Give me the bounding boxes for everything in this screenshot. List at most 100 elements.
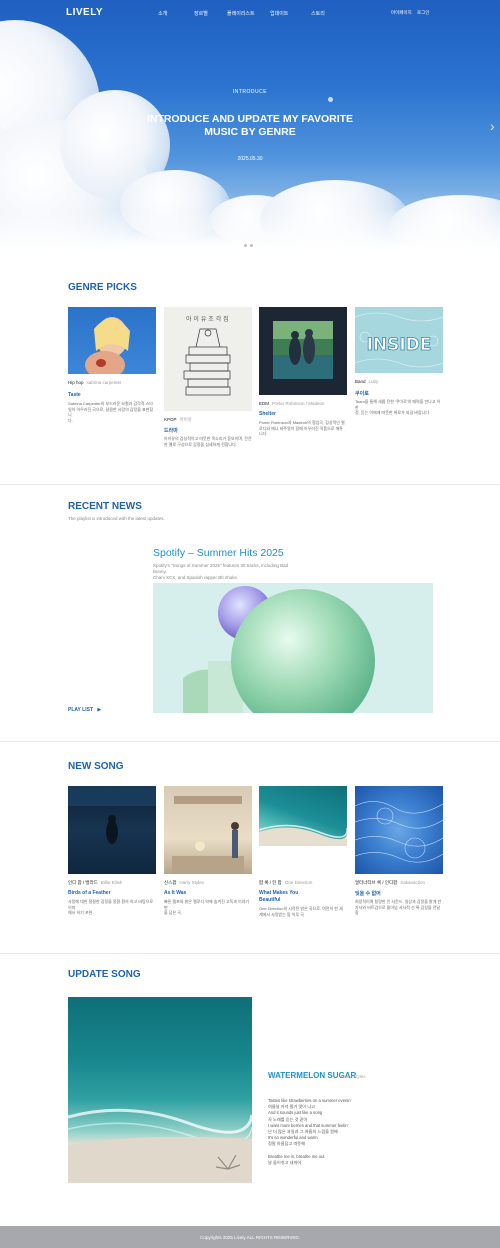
song-title[interactable]: 잊을 수 없어 (355, 890, 381, 897)
song-description: 빠른 템포와 밝은 멜로디 약에 숨겨진 고독과 이야기변 을 담은 곡. (164, 899, 252, 916)
artist-label: Billie Eilish (100, 880, 123, 885)
news-description: Spotify's "Songs of Summer 2025" feature… (153, 563, 303, 581)
lyrics-block: Tastes like strawberries on a summer eve… (268, 1098, 351, 1166)
desc-line: 가사와 비트감으로 몰아넘 서사적 선 록 감성을 전달합 (355, 904, 441, 916)
desc-line: 아이유의 감성적이고 따뜻한 목소리가 돋보이며, 잔잔 (164, 436, 252, 441)
top-navigation: LIVELY 소개 장르별 플레이리스트 업데이트 스토리 마이페이지 로그인 (0, 0, 500, 26)
footer: Copyrights 2025 Lively ALL RIGHTS RESERV… (0, 1226, 500, 1248)
slide-dot[interactable] (250, 244, 253, 247)
playlist-link[interactable]: PLAY LIST ▶ (68, 707, 101, 713)
new-song-card[interactable]: 팝 록 / 틴 팝 One Direction What Makes You Be… (259, 786, 347, 921)
song-title[interactable]: As It Was (164, 890, 186, 896)
hero-title-line: INTRODUCE AND UPDATE MY FAVORITE (146, 113, 354, 125)
desc-line: 일이 어우러진 곡으로, 달콤한 사랑의 감정을 표현합니 (68, 406, 154, 418)
moon-icon (328, 97, 333, 102)
hero-title-line: MUSIC BY GENRE (204, 126, 296, 138)
genre-label: 인디 팝 / 발라드 (68, 880, 98, 885)
svg-text:아 이 유 조 각 집: 아 이 유 조 각 집 (186, 315, 229, 323)
news-section-title: RECENT NEWS (68, 501, 142, 512)
login-link[interactable]: 로그인 (417, 10, 429, 16)
song-description: 아이유의 감성적이고 따뜻한 목소리가 돋보이며, 잔잔 한 멜로 구성으로 감… (164, 436, 252, 447)
new-song-card[interactable]: 인디 팝 / 발라드 Billie Eilish Birds of a Feath… (68, 786, 156, 921)
album-cover[interactable] (68, 307, 156, 374)
copyright-text: Copyrights 2025 Lively ALL RIGHTS RESERV… (200, 1235, 300, 1240)
slide-dot[interactable] (244, 244, 247, 247)
song-title[interactable]: What Makes You Beautiful (259, 890, 319, 903)
song-description: Porter Robinson과 Madeon의 협업곡, 감성적인 멜 로디와… (259, 420, 347, 437)
song-title[interactable]: Taste (68, 392, 81, 398)
playlist-label: PLAY LIST (68, 707, 94, 713)
genre-label: EDM (259, 401, 269, 406)
card-meta: 인디 팝 / 발라드 Billie Eilish (68, 880, 122, 886)
album-cover[interactable] (259, 307, 347, 395)
svg-text:INSIDE: INSIDE (367, 335, 432, 355)
album-cover[interactable] (259, 786, 347, 846)
new-song-card[interactable]: 신스팝 Harry Styles As It Was 빠른 템포와 밝은 멜로디 … (164, 786, 252, 921)
album-cover[interactable]: 아 이 유 조 각 집 (164, 307, 252, 411)
genre-card[interactable]: Hip hop sabrina carpenter Taste Sabrina C… (68, 307, 156, 437)
nav-item-playlist[interactable]: 플레이리스트 (227, 10, 255, 17)
desc-line: 을 담은 곡. (164, 910, 183, 915)
song-title[interactable]: 쿠이로 (355, 390, 369, 397)
artist-label: One Direction (284, 880, 313, 885)
desc-line: Spotify's "Songs of Summer 2025" feature… (153, 563, 289, 574)
nav-item-update[interactable]: 업데이트 (270, 10, 288, 17)
genre-label: 신스팝 (164, 880, 177, 885)
slide-indicator[interactable] (244, 244, 253, 247)
desc-line: 빠른 템포와 밝은 멜로디 약에 숨겨진 고독과 이야기변 (164, 899, 250, 910)
genre-label: Band (355, 379, 366, 384)
desc-line: 계에서 사랑받는 팝 이루 곡 (259, 911, 304, 917)
card-meta: 얼터너티브 록 / 인디팝 Sakanaction (355, 880, 425, 886)
play-icon: ▶ (97, 707, 102, 713)
desc-line: 니다. (259, 431, 268, 436)
genre-label: Hip hop (68, 380, 84, 385)
section-divider (0, 953, 500, 954)
desc-line: 한 멜로 구성으로 감정을 섬세하게 전합니다. (164, 441, 237, 447)
artist-label: Porter Robinson / Madeon (272, 401, 325, 406)
artist-label: Sakanaction (400, 880, 426, 885)
new-song-card[interactable]: 얼터너티브 록 / 인디팝 Sakanaction 잊을 수 없어 희망적이며 청… (355, 786, 443, 921)
hero-kicker: INTRODUCE (232, 89, 268, 95)
genre-label: 얼터너티브 록 / 인디팝 (355, 880, 398, 885)
card-meta: 신스팝 Harry Styles (164, 880, 204, 886)
mypage-link[interactable]: 마이페이지 (391, 10, 412, 16)
song-description: 희망적이며 청량한 인 사운드, 일상과 감정을 밝게 반 가사와 비트감으로 … (355, 899, 443, 916)
section-divider (0, 484, 500, 485)
news-image[interactable] (153, 583, 433, 713)
hero-title: INTRODUCE AND UPDATE MY FAVORITE MUSIC B… (0, 113, 500, 139)
song-description: 사랑에 대한 절절한 감정을 몽환 환하 하고 바탕으로 이미 해서 하기 포현… (68, 899, 156, 916)
card-meta: 팝 록 / 틴 팝 One Direction (259, 880, 312, 886)
prev-slide-icon[interactable]: ‹ (3, 118, 8, 134)
desc-line: 사랑에 대한 절절한 감정을 몽환 환하 하고 바탕으로 이미 (68, 899, 154, 910)
artist-label: Luby (368, 379, 379, 384)
desc-line: 희망적이며 청량한 인 사운드, 일상과 감정을 밝게 반 (355, 899, 442, 904)
desc-line: 정, 듣는 이에게 따뜻한 위로가 되길 바랍니다. (355, 410, 431, 415)
nav-item-genre[interactable]: 장르별 (194, 10, 208, 17)
desc-line: Sabrina Carpenter의 부드러운 보컬과 감각적 스타 (68, 401, 153, 406)
nav-item-intro[interactable]: 소개 (158, 10, 167, 17)
song-description: Team을 통해 새롭 전한 '쿠이로'의 매력을 만나고 이 한 정, 듣는 … (355, 399, 443, 416)
logo[interactable]: LIVELY (66, 7, 103, 18)
desc-line: 다. (68, 417, 73, 423)
genre-card[interactable]: INSIDE Band Luby 쿠이로 Team을 통해 새롭 전한 '쿠이로'… (355, 307, 443, 417)
desc-line: Team을 통해 새롭 전한 '쿠이로'의 매력을 만나고 이 한 (355, 399, 441, 410)
update-song-image[interactable] (68, 997, 252, 1183)
next-slide-icon[interactable]: › (490, 118, 495, 134)
song-title[interactable]: Shelter (259, 411, 276, 417)
song-title[interactable]: Birds of a Feather (68, 890, 111, 896)
update-song-artist: Harry Styles (341, 1074, 366, 1079)
desc-line: 해서 하기 포현. (68, 910, 94, 915)
news-headline[interactable]: Spotify – Summer Hits 2025 (153, 547, 284, 559)
song-description: One Direction의 시작된 밝은 곡으로, 여전히 한 세 계에서 사… (259, 906, 347, 917)
song-title[interactable]: 드라마 (164, 427, 178, 434)
desc-line: One Direction의 시작된 밝은 곡으로, 여전히 한 세 (259, 906, 343, 911)
desc-line: 로디와 애니 비주얼이 함께 어우러진 작품으로 애틋 (259, 425, 343, 431)
nav-item-story[interactable]: 스토리 (311, 10, 325, 17)
card-meta: EDM Porter Robinson / Madeon (259, 401, 325, 406)
genre-card[interactable]: EDM Porter Robinson / Madeon Shelter Port… (259, 307, 347, 447)
genre-card[interactable]: 아 이 유 조 각 집 KPOP 아이유 드라마 아이유의 감성적이고 따뜻한 목… (164, 307, 252, 457)
album-cover[interactable] (355, 786, 443, 874)
album-cover[interactable]: INSIDE (355, 307, 443, 373)
album-cover[interactable] (164, 786, 252, 874)
album-cover[interactable] (68, 786, 156, 874)
